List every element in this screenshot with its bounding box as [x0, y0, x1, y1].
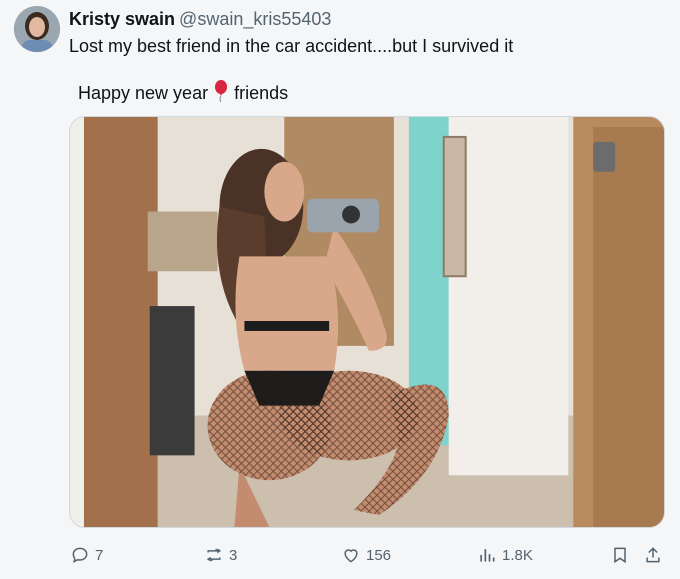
repost-icon	[206, 548, 222, 562]
tweet-text-line-2: Happy new year friends	[78, 80, 288, 108]
repost-count: 3	[229, 546, 238, 564]
tweet-header: Kristy swain @swain_kris55403	[69, 8, 331, 30]
bookmark-button[interactable]	[610, 540, 630, 570]
views-count: 1.8K	[502, 546, 533, 564]
like-count: 156	[366, 546, 392, 564]
tweet-text-line-1: Lost my best friend in the car accident.…	[69, 36, 514, 56]
avatar[interactable]	[14, 6, 60, 52]
share-icon	[646, 547, 660, 563]
tweet-text-friends: friends	[234, 83, 289, 103]
tweet-text-greeting: Happy new year	[78, 83, 209, 103]
reply-count: 7	[95, 546, 104, 564]
heart-icon	[344, 549, 358, 563]
reply-button[interactable]: 7	[70, 540, 103, 570]
user-handle[interactable]: @swain_kris55403	[179, 9, 331, 29]
repost-button[interactable]: 3	[204, 540, 237, 570]
bookmark-icon	[614, 547, 626, 564]
tweet-photo[interactable]	[69, 116, 665, 528]
views-button[interactable]: 1.8K	[477, 540, 533, 570]
display-name[interactable]: Kristy swain	[69, 9, 175, 29]
tweet-card: Kristy swain @swain_kris55403 Lost my bes…	[0, 0, 680, 579]
views-icon	[480, 549, 495, 562]
balloon-icon	[214, 80, 228, 108]
like-button[interactable]: 156	[341, 540, 391, 570]
tweet-actions: 7 3 156 1.8K	[0, 540, 680, 570]
share-button[interactable]	[643, 540, 663, 570]
reply-icon	[72, 547, 88, 564]
